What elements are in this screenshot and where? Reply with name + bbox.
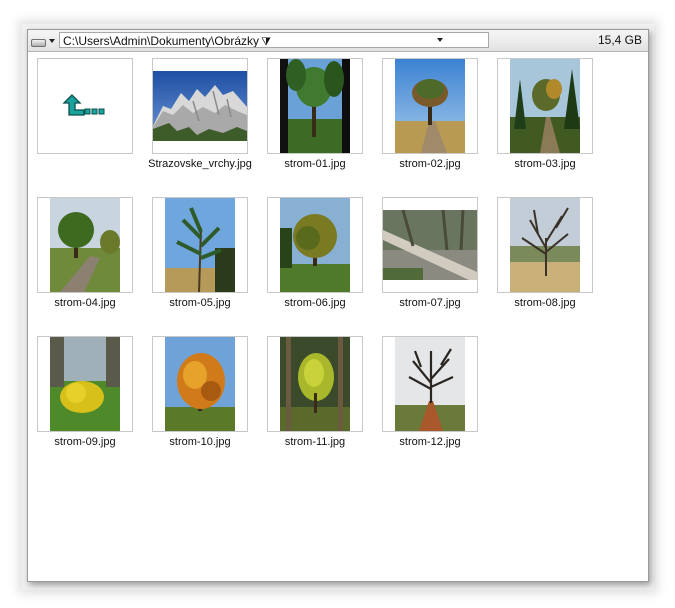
list-item[interactable]: strom-08.jpg [497, 197, 611, 327]
file-name: strom-06.jpg [284, 297, 346, 309]
thumbnail-frame [267, 197, 363, 293]
thumbnail-frame [152, 336, 248, 432]
file-name: strom-05.jpg [169, 297, 231, 309]
thumbnail-frame [382, 336, 478, 432]
image-thumbnail-tree [165, 198, 235, 292]
free-space-label: 15,4 GB [597, 33, 642, 47]
file-name: strom-02.jpg [399, 158, 461, 170]
thumbnail-frame [37, 197, 133, 293]
list-item[interactable]: strom-06.jpg [267, 197, 381, 327]
filter-icon: ⧩ [261, 36, 271, 48]
list-item[interactable]: strom-04.jpg [37, 197, 151, 327]
thumbnail-frame [152, 58, 248, 154]
up-directory-icon [62, 94, 105, 116]
list-item[interactable]: strom-10.jpg [152, 336, 266, 466]
image-thumbnail-bare-tree [395, 337, 465, 431]
thumbnail-frame [267, 336, 363, 432]
list-item[interactable]: strom-02.jpg [382, 58, 496, 188]
drive-icon [31, 38, 46, 47]
thumbnail-frame [37, 58, 133, 154]
file-name: strom-10.jpg [169, 436, 231, 448]
file-name: strom-11.jpg [284, 436, 346, 448]
thumbnail-frame [37, 336, 133, 432]
thumbnail-frame [497, 58, 593, 154]
list-item[interactable]: Strazovske_vrchy.jpg [148, 58, 266, 188]
file-name: strom-01.jpg [284, 158, 346, 170]
image-thumbnail-mountains [153, 71, 247, 141]
image-thumbnail-tree [395, 59, 465, 153]
list-item[interactable]: strom-07.jpg [382, 197, 496, 327]
file-name: strom-08.jpg [514, 297, 576, 309]
image-thumbnail-tree [280, 59, 350, 153]
drive-selector-button[interactable] [30, 33, 56, 48]
thumbnail-frame [382, 197, 478, 293]
file-panel: C:\Users\Admin\Dokumenty\Obrázky ⧩ 15,4 G… [27, 29, 649, 582]
image-thumbnail-tree [280, 198, 350, 292]
list-item[interactable]: strom-01.jpg [267, 58, 381, 188]
image-thumbnail-tree [510, 59, 580, 153]
path-text: C:\Users\Admin\Dokumenty\Obrázky [63, 34, 260, 48]
path-bar: C:\Users\Admin\Dokumenty\Obrázky ⧩ 15,4 G… [28, 30, 648, 52]
thumbnail-frame [497, 197, 593, 293]
file-name: strom-04.jpg [54, 297, 116, 309]
file-name: strom-12.jpg [399, 436, 461, 448]
list-item[interactable]: strom-12.jpg [382, 336, 496, 466]
list-item[interactable]: strom-11.jpg [267, 336, 381, 466]
list-item[interactable]: strom-03.jpg [497, 58, 611, 188]
image-thumbnail-bare-tree [510, 198, 580, 292]
image-thumbnail-fallen-tree [383, 210, 477, 280]
thumbnail-frame [267, 58, 363, 154]
image-thumbnail-tree [280, 337, 350, 431]
image-thumbnail-tree [50, 337, 120, 431]
list-item[interactable]: strom-09.jpg [37, 336, 151, 466]
file-name: strom-09.jpg [54, 436, 116, 448]
file-name: strom-07.jpg [399, 297, 461, 309]
path-field[interactable]: C:\Users\Admin\Dokumenty\Obrázky ⧩ [59, 32, 489, 48]
chevron-down-icon [49, 38, 55, 43]
list-item[interactable]: strom-05.jpg [152, 197, 266, 327]
thumbnail-frame [152, 197, 248, 293]
image-thumbnail-tree [50, 198, 120, 292]
image-thumbnail-tree [165, 337, 235, 431]
path-history-dropdown[interactable] [437, 38, 443, 42]
file-name: Strazovske_vrchy.jpg [148, 158, 252, 170]
file-name: strom-03.jpg [514, 158, 576, 170]
thumbnail-frame [382, 58, 478, 154]
list-item-up[interactable] [37, 58, 151, 188]
